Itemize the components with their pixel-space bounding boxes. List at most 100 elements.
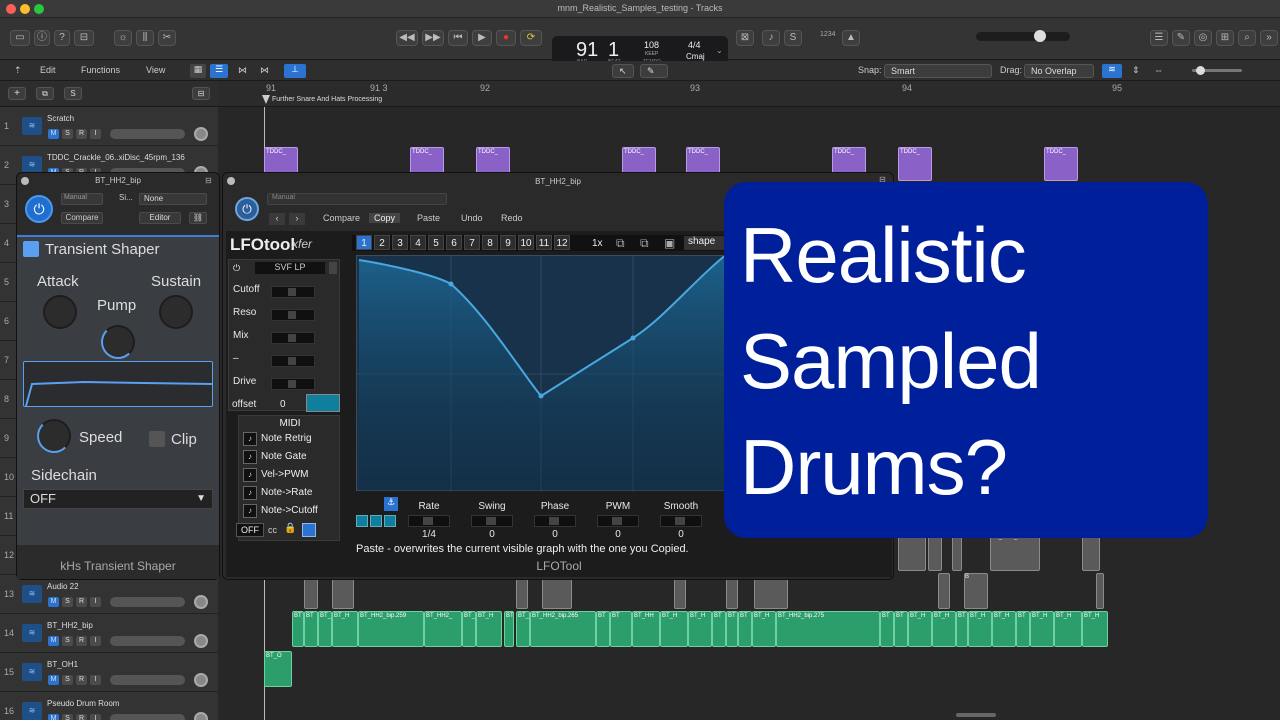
filter-type-select[interactable]: SVF LP: [255, 262, 325, 274]
audio-region[interactable]: [938, 573, 950, 609]
audio-region[interactable]: BT: [956, 611, 968, 647]
audio-region[interactable]: BT_H: [332, 611, 358, 647]
page-button[interactable]: 1: [356, 235, 372, 250]
snap-icon[interactable]: ⊥: [284, 64, 306, 78]
audio-region[interactable]: BT: [712, 611, 726, 647]
record-button[interactable]: ●: [496, 30, 516, 46]
rewind-button[interactable]: ◀◀: [396, 30, 418, 46]
filter-menu-icon[interactable]: [329, 262, 337, 274]
next-preset-icon[interactable]: ›: [289, 213, 305, 225]
master-volume-slider[interactable]: [976, 30, 1070, 42]
edit-menu[interactable]: Edit: [40, 65, 56, 75]
attack-knob[interactable]: [43, 295, 77, 329]
track-name[interactable]: Audio 22: [47, 582, 79, 591]
page-button[interactable]: 3: [392, 235, 408, 250]
flex-icon[interactable]: ⋈: [260, 65, 269, 76]
pointer-tool-icon[interactable]: ↖: [612, 64, 634, 78]
filter-param-slider[interactable]: [271, 286, 315, 298]
audio-region[interactable]: BT_HH2_: [990, 533, 1040, 571]
track-name[interactable]: Pseudo Drum Room: [47, 699, 119, 708]
midi-toggle-icon[interactable]: ♪: [243, 468, 257, 482]
audio-region[interactable]: BT: [738, 611, 752, 647]
audio-region[interactable]: BT: [880, 611, 894, 647]
midi-toggle-icon[interactable]: ♪: [243, 450, 257, 464]
mute-button[interactable]: M: [48, 129, 59, 139]
bar-ruler[interactable]: 91 91 3 92 93 94 95 Further Snare And Ha…: [218, 81, 1280, 107]
undo-button[interactable]: Undo: [461, 213, 483, 223]
enable-checkbox[interactable]: [23, 241, 39, 257]
mute-button[interactable]: M: [48, 675, 59, 685]
audio-region[interactable]: BT_HH2_: [424, 611, 462, 647]
page-button[interactable]: 12: [554, 235, 570, 250]
list-view-icon[interactable]: ☰: [210, 64, 228, 78]
filter-param-slider[interactable]: [271, 309, 315, 321]
more-icon[interactable]: »: [1260, 30, 1278, 46]
page-button[interactable]: 9: [500, 235, 516, 250]
cycle-button[interactable]: ⟳: [520, 30, 542, 46]
count-in-button[interactable]: 1234: [820, 31, 836, 38]
audio-region[interactable]: [928, 533, 942, 571]
grid-mode-1-icon[interactable]: [356, 515, 368, 527]
compare-button[interactable]: Compare: [61, 212, 103, 224]
pencil-tool-icon[interactable]: ✎: [640, 64, 668, 78]
lfo-param-slider[interactable]: [660, 515, 702, 527]
vertical-zoom-icon[interactable]: ⇕: [1132, 65, 1140, 76]
filter-param-slider[interactable]: [271, 355, 315, 367]
catch-icon[interactable]: ⋈: [238, 65, 247, 76]
marker-label[interactable]: Further Snare And Hats Processing: [272, 96, 382, 103]
editors-icon[interactable]: ✂: [158, 30, 176, 46]
preset-select[interactable]: Manual: [267, 193, 447, 205]
audio-region[interactable]: TDDC_: [1044, 147, 1078, 181]
functions-menu[interactable]: Functions: [81, 65, 120, 75]
paste-button[interactable]: Paste: [417, 213, 440, 223]
sustain-knob[interactable]: [159, 295, 193, 329]
midi-option[interactable]: ♪ Note->Cutoff: [243, 504, 339, 520]
audio-region[interactable]: BT_H: [1030, 611, 1054, 647]
audio-region[interactable]: BT: [304, 611, 318, 647]
audio-region[interactable]: BT_H: [932, 611, 956, 647]
anchor-icon[interactable]: ⚓: [384, 497, 398, 511]
audio-region[interactable]: TDDC_: [898, 147, 932, 181]
mute-button[interactable]: M: [48, 636, 59, 646]
mute-button[interactable]: M: [48, 714, 59, 720]
grid-view-icon[interactable]: ▦: [190, 64, 206, 78]
audio-region[interactable]: BT_H: [318, 611, 332, 647]
replace-icon[interactable]: ⊠: [736, 30, 754, 46]
track-name[interactable]: TDDC_Crackle_06..xiDisc_45rpm_136: [47, 153, 185, 162]
volume-fader[interactable]: [110, 714, 185, 720]
duplicate-track-icon[interactable]: ⧉: [36, 87, 54, 100]
toolbar-icon[interactable]: ⊟: [74, 30, 94, 46]
record-enable-button[interactable]: R: [76, 714, 87, 720]
shape-select[interactable]: shape: [684, 236, 724, 250]
learn-icon[interactable]: [302, 523, 316, 537]
audio-region[interactable]: BT: [1016, 611, 1030, 647]
page-button[interactable]: 4: [410, 235, 426, 250]
filter-param-slider[interactable]: [271, 378, 315, 390]
record-enable-button[interactable]: R: [76, 675, 87, 685]
solo-button[interactable]: S: [62, 714, 73, 720]
inspector-icon[interactable]: ⓘ: [34, 30, 50, 46]
audio-region[interactable]: BT_H: [992, 611, 1016, 647]
track-header[interactable]: 16 ≋ Pseudo Drum Room M S R I: [0, 692, 218, 720]
solo-button[interactable]: S: [62, 675, 73, 685]
volume-fader[interactable]: [110, 597, 185, 607]
link-window-icon[interactable]: ⊟: [205, 176, 212, 185]
prev-preset-icon[interactable]: ‹: [269, 213, 285, 225]
page-button[interactable]: 5: [428, 235, 444, 250]
audio-region[interactable]: BT_H: [1054, 611, 1082, 647]
page-button[interactable]: 7: [464, 235, 480, 250]
filter-param-slider[interactable]: [271, 332, 315, 344]
solo-icon[interactable]: S: [784, 30, 802, 46]
loop-browser-icon[interactable]: ◎: [1194, 30, 1212, 46]
midi-toggle-icon[interactable]: ♪: [243, 504, 257, 518]
mixer-icon[interactable]: ⫼: [136, 30, 154, 46]
offset-shape-icon[interactable]: [306, 394, 340, 412]
help-icon[interactable]: ?: [54, 30, 70, 46]
audio-region[interactable]: BT_H: [752, 611, 776, 647]
input-monitor-button[interactable]: I: [90, 675, 101, 685]
go-to-start-button[interactable]: ⏮: [448, 30, 468, 46]
chevron-down-icon[interactable]: ⌄: [716, 46, 723, 55]
global-solo-icon[interactable]: S: [64, 87, 82, 100]
sidechain-dropdown[interactable]: OFF ▼: [23, 489, 213, 509]
audio-region[interactable]: BT: [726, 611, 738, 647]
